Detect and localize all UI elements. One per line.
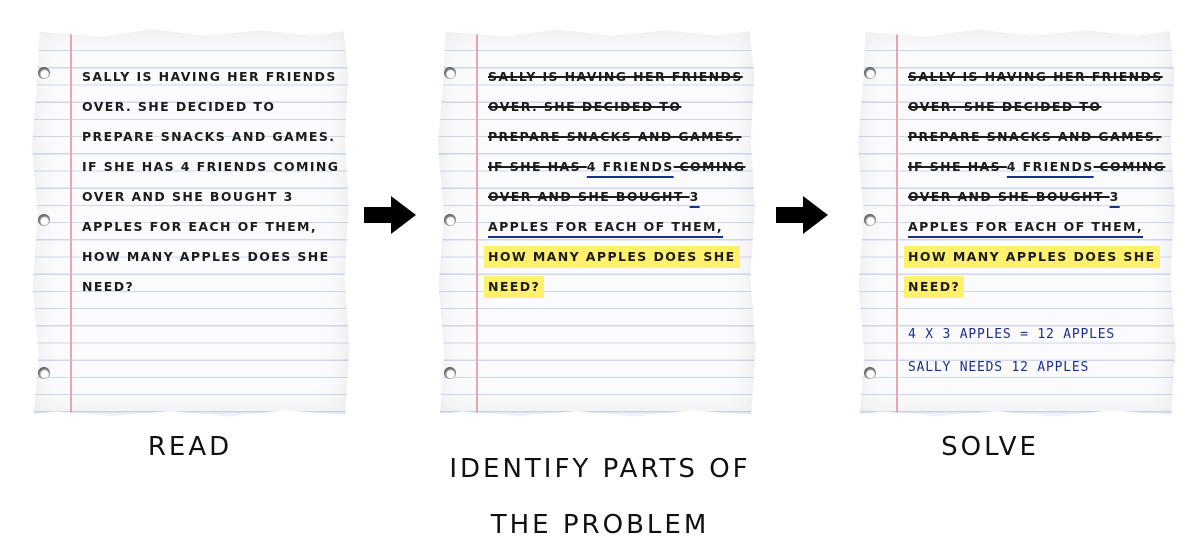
punch-hole-icon (38, 214, 50, 226)
crossed-out-text: IF SHE HAS (488, 159, 587, 174)
punch-hole-icon (864, 67, 876, 79)
underlined-key-value: 4 FRIENDS (586, 159, 674, 174)
solution-answer: SALLY NEEDS 12 APPLES (908, 360, 1090, 375)
word-problem-text: SALLY IS HAVING HER FRIENDS OVER. SHE DE… (484, 62, 750, 302)
underlined-key-value: APPLES FOR EACH OF THEM, (908, 219, 1144, 234)
problem-line: APPLES FOR EACH OF THEM, (82, 219, 318, 234)
highlighted-question: HOW MANY APPLES DOES SHE (484, 246, 740, 268)
crossed-out-text: IF SHE HAS (908, 159, 1007, 174)
underlined-key-value: 3 (1109, 189, 1120, 204)
problem-line: HOW MANY APPLES DOES SHE (904, 242, 1170, 272)
problem-line: OVER. SHE DECIDED TO (82, 99, 276, 114)
right-arrow-icon (364, 196, 416, 234)
underlined-key-value: APPLES FOR EACH OF THEM, (488, 219, 724, 234)
word-problem-text: SALLY IS HAVING HER FRIENDS OVER. SHE DE… (82, 62, 344, 302)
punch-hole-icon (38, 67, 50, 79)
problem-line: NEED? (484, 272, 750, 302)
crossed-out-text: COMING (673, 159, 746, 174)
problem-line: HOW MANY APPLES DOES SHE (82, 249, 330, 264)
crossed-out-text: OVER AND SHE BOUGHT (908, 189, 1110, 204)
crossed-out-line: OVER. SHE DECIDED TO (908, 99, 1102, 114)
problem-line: PREPARE SNACKS AND GAMES. (82, 129, 336, 144)
punch-hole-icon (444, 367, 456, 379)
problem-line: OVER AND SHE BOUGHT 3 (82, 189, 294, 204)
problem-line: NEED? (82, 279, 135, 294)
caption-line: THE PROBLEM (490, 510, 710, 540)
problem-line: OVER AND SHE BOUGHT 3 (488, 182, 750, 212)
crossed-out-text: OVER AND SHE BOUGHT (488, 189, 690, 204)
caption-solve: SOLVE (941, 432, 1039, 462)
paper-identify: SALLY IS HAVING HER FRIENDS OVER. SHE DE… (436, 28, 756, 418)
punch-hole-icon (864, 367, 876, 379)
problem-line: APPLES FOR EACH OF THEM, (908, 212, 1170, 242)
highlighted-question: NEED? (904, 276, 965, 298)
problem-line: HOW MANY APPLES DOES SHE (484, 242, 750, 272)
problem-line: APPLES FOR EACH OF THEM, (488, 212, 750, 242)
underlined-key-value: 3 (689, 189, 700, 204)
crossed-out-text: COMING (1093, 159, 1166, 174)
problem-line: NEED? (904, 272, 1170, 302)
solution-equation: 4 X 3 APPLES = 12 APPLES (908, 327, 1116, 342)
highlighted-question: NEED? (484, 276, 545, 298)
paper-read: SALLY IS HAVING HER FRIENDS OVER. SHE DE… (30, 28, 350, 418)
caption-read: READ (147, 432, 233, 462)
crossed-out-line: SALLY IS HAVING HER FRIENDS (488, 69, 743, 84)
crossed-out-line: PREPARE SNACKS AND GAMES. (488, 129, 742, 144)
caption-identify: IDENTIFY PARTS OF THE PROBLEM (420, 441, 780, 553)
crossed-out-line: PREPARE SNACKS AND GAMES. (908, 129, 1162, 144)
punch-hole-icon (38, 367, 50, 379)
crossed-out-line: OVER. SHE DECIDED TO (488, 99, 682, 114)
right-arrow-icon (776, 196, 828, 234)
crossed-out-line: SALLY IS HAVING HER FRIENDS (908, 69, 1163, 84)
punch-hole-icon (444, 214, 456, 226)
word-problem-text: SALLY IS HAVING HER FRIENDS OVER. SHE DE… (904, 62, 1170, 302)
problem-line: SALLY IS HAVING HER FRIENDS (82, 69, 337, 84)
punch-hole-icon (864, 214, 876, 226)
paper-solve: SALLY IS HAVING HER FRIENDS OVER. SHE DE… (856, 28, 1176, 418)
punch-hole-icon (444, 67, 456, 79)
problem-line: OVER AND SHE BOUGHT 3 (908, 182, 1170, 212)
problem-line: IF SHE HAS 4 FRIENDS COMING (488, 152, 750, 182)
highlighted-question: HOW MANY APPLES DOES SHE (904, 246, 1160, 268)
underlined-key-value: 4 FRIENDS (1006, 159, 1094, 174)
handwritten-solution: 4 X 3 APPLES = 12 APPLES SALLY NEEDS 12 … (908, 318, 1170, 384)
caption-line: IDENTIFY PARTS OF (449, 454, 751, 484)
problem-line: IF SHE HAS 4 FRIENDS COMING (908, 152, 1170, 182)
problem-line: IF SHE HAS 4 FRIENDS COMING (82, 159, 340, 174)
